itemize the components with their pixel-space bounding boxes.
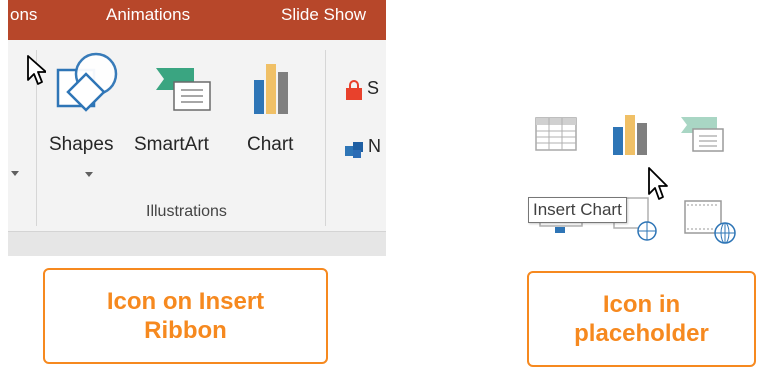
hand-cursor-icon xyxy=(648,167,668,200)
smartart-button[interactable]: SmartArt xyxy=(134,50,220,180)
placeholder-icon-callout: Icon in placeholder xyxy=(527,271,756,367)
content-placeholder-icons xyxy=(525,105,750,265)
group-separator-right xyxy=(325,50,326,226)
my-addins-icon xyxy=(345,142,363,158)
illustrations-group-label: Illustrations xyxy=(146,203,227,220)
shapes-icon xyxy=(56,52,118,112)
tab-slide-show[interactable]: Slide Show xyxy=(281,5,366,25)
ribbon-lower-strip xyxy=(8,232,386,256)
smartart-label: SmartArt xyxy=(134,134,209,155)
chart-button[interactable]: Chart xyxy=(236,50,306,180)
ribbon-icon-callout-text: Icon on Insert Ribbon xyxy=(106,288,265,344)
shapes-dropdown-icon[interactable] xyxy=(85,172,93,177)
ribbon-icon-callout: Icon on Insert Ribbon xyxy=(43,268,328,364)
shapes-button[interactable]: Shapes xyxy=(46,50,128,180)
chart-icon xyxy=(254,64,288,114)
video-icon[interactable] xyxy=(683,195,739,247)
chart-label: Chart xyxy=(247,134,294,155)
table-icon[interactable] xyxy=(535,117,577,151)
store-icon xyxy=(346,80,362,100)
ribbon-tab-strip: ons Animations Slide Show xyxy=(8,0,386,40)
shapes-label: Shapes xyxy=(49,134,114,155)
tab-transitions[interactable]: ons xyxy=(10,5,37,25)
smartart-placeholder-icon[interactable] xyxy=(677,115,729,155)
smartart-icon xyxy=(156,68,211,111)
my-addins-button[interactable]: N xyxy=(339,136,386,164)
store-button[interactable]: S xyxy=(339,78,386,106)
ribbon-crop: ons Animations Slide Show Shapes SmartAr… xyxy=(8,0,386,256)
tab-animations[interactable]: Animations xyxy=(106,5,190,25)
my-addins-label: N xyxy=(368,136,381,156)
store-label: S xyxy=(367,78,380,98)
previous-group-dropdown-icon[interactable] xyxy=(11,171,19,176)
insert-chart-tooltip: Insert Chart xyxy=(528,197,627,223)
placeholder-icon-callout-text: Icon in placeholder xyxy=(574,291,709,347)
cursor-arrow-icon xyxy=(27,55,46,85)
ribbon-body: Shapes SmartArt Chart Illustrations S N xyxy=(8,40,386,232)
insert-chart-placeholder-icon[interactable] xyxy=(609,113,653,157)
